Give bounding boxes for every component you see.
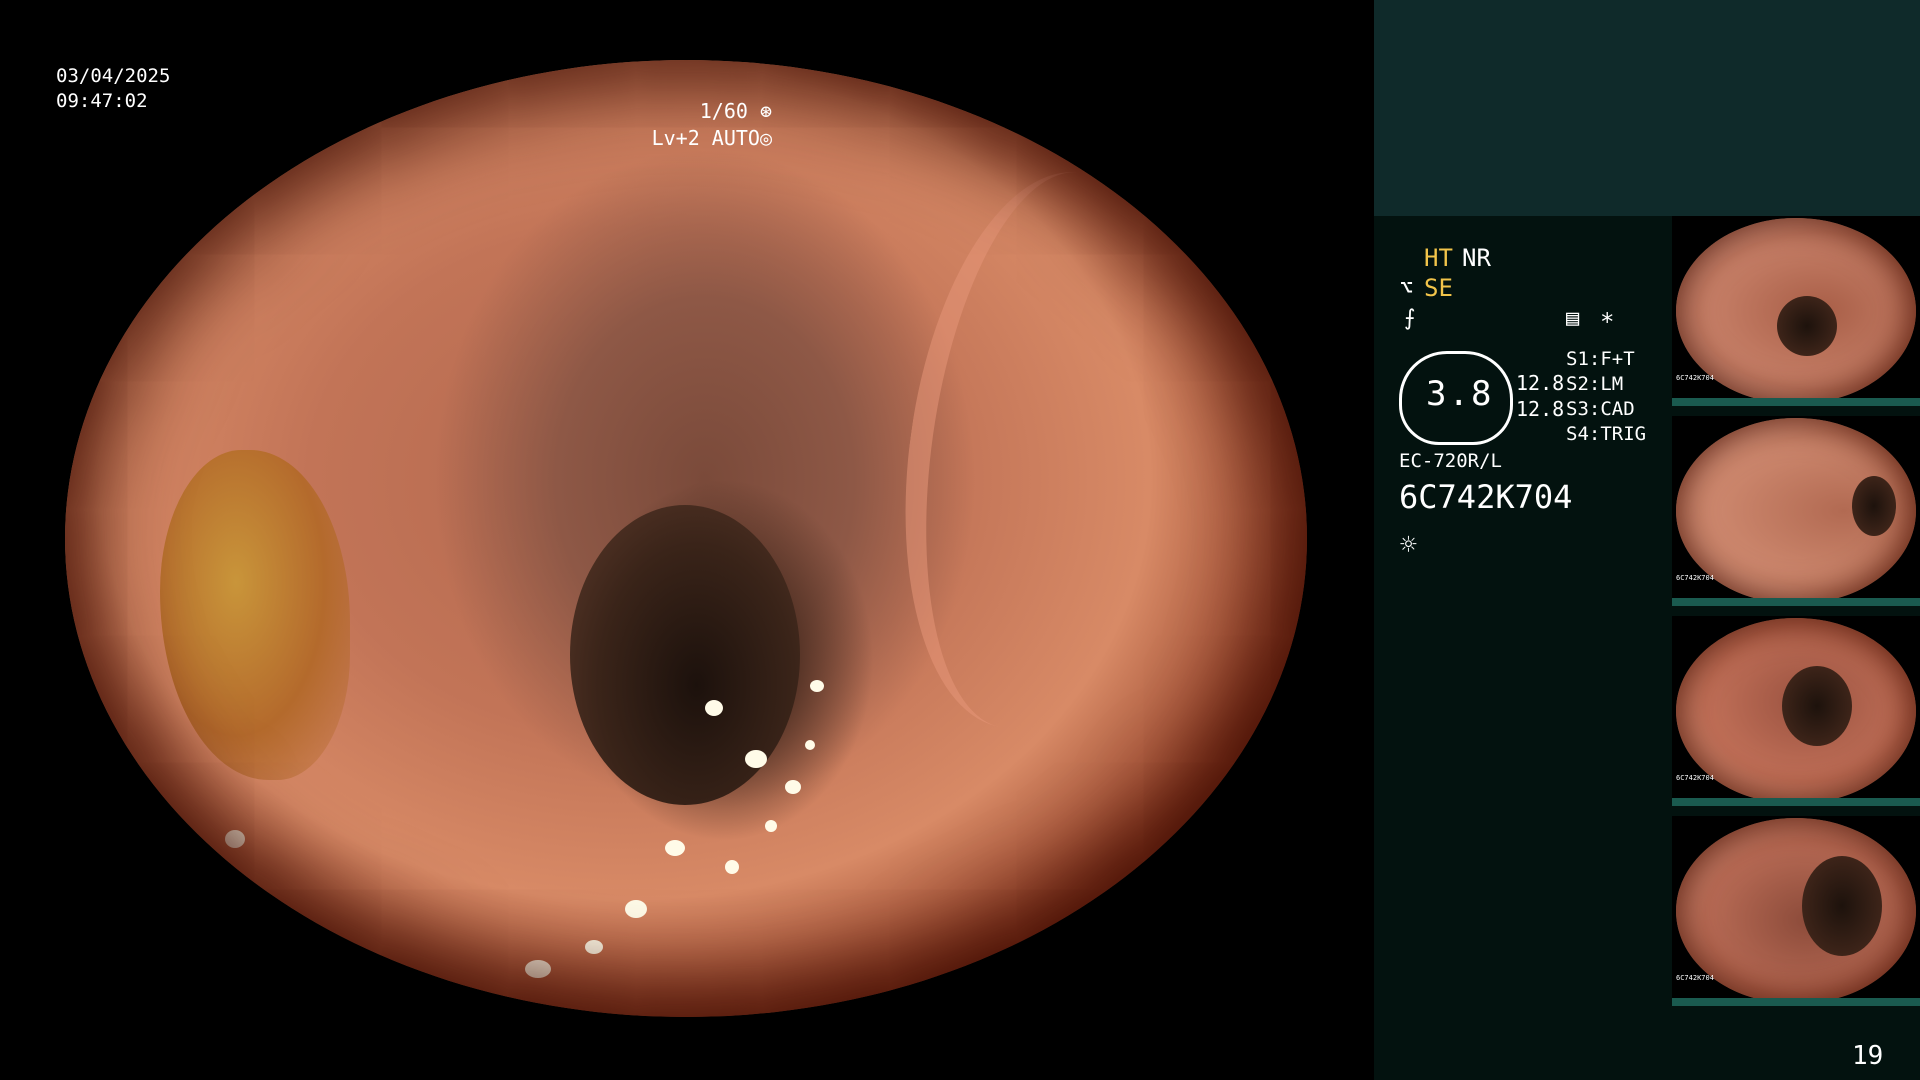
thumbnail-strip: [1672, 598, 1920, 606]
reflection-spot: [785, 780, 801, 794]
time-text: 09:47:02: [56, 90, 148, 112]
zoom-b: 12.8: [1516, 397, 1565, 421]
light-icon: ☼: [1400, 528, 1417, 561]
reflection-spot: [625, 900, 647, 918]
mucosal-fold: [872, 154, 1210, 746]
endoscopic-image: [65, 60, 1307, 1017]
reflection-spot: [765, 820, 777, 832]
reflection-spot: [745, 750, 767, 768]
level-text: Lv+2 AUTO◎: [651, 126, 772, 150]
page-number: 19: [1852, 1041, 1884, 1071]
exposure-info: 1/60 ⊛ Lv+2 AUTO◎: [652, 98, 772, 152]
thumbnail-serial: 6C742K704: [1676, 974, 1714, 982]
scope-serial: 6C742K704: [1399, 478, 1573, 516]
reflection-spot: [585, 940, 603, 954]
nr-label: NR: [1462, 244, 1491, 272]
date-text: 03/04/2025: [56, 65, 171, 87]
endoscopy-view: 03/04/2025 09:47:02 1/60 ⊛ Lv+2 AUTO◎: [0, 0, 1374, 1080]
shutter-text: 1/60 ⊛: [699, 99, 772, 123]
reflection-spot: [805, 740, 815, 750]
shutter-icon: ⊛: [759, 99, 772, 123]
zoom-a: 12.8: [1516, 371, 1565, 395]
thumbnail-lumen: [1802, 856, 1882, 956]
s1-label: S1:F+T: [1566, 348, 1635, 370]
se-label: SE: [1424, 274, 1453, 302]
asterisk-mark: *: [1600, 308, 1615, 336]
auto-iris-icon: ◎: [759, 126, 772, 150]
s4-label: S4:TRIG: [1566, 423, 1647, 445]
s2-label: S2:LM: [1566, 373, 1624, 395]
thumbnail[interactable]: 6C742K704: [1672, 216, 1920, 406]
stool-residue: [160, 450, 350, 780]
thumbnail[interactable]: 6C742K704: [1672, 616, 1920, 806]
reflection-spot: [225, 830, 245, 848]
reflection-spot: [725, 860, 739, 874]
s3-label: S3:CAD: [1566, 398, 1635, 420]
scope-model: EC-720R/L: [1399, 450, 1502, 472]
thumbnail-serial: 6C742K704: [1676, 574, 1714, 582]
thumbnail-serial: 6C742K704: [1676, 774, 1714, 782]
reflection-spot: [810, 680, 824, 692]
side-panel-header: [1374, 0, 1920, 216]
scope-icon: ⌥: [1400, 276, 1414, 301]
thumbnail-serial: 6C742K704: [1676, 374, 1714, 382]
thumbnail-strip: [1672, 798, 1920, 806]
thumbnail-strip: [1672, 398, 1920, 406]
gauge-value: 3.8: [1426, 374, 1494, 414]
menu-icon: ▤: [1566, 306, 1580, 331]
reflection-spot: [525, 960, 551, 978]
settings-icon: ⨍: [1404, 306, 1416, 331]
thumbnail-lumen: [1782, 666, 1852, 746]
reflection-spot: [705, 700, 723, 716]
thumbnail[interactable]: 6C742K704: [1672, 416, 1920, 606]
thumbnail-lumen: [1777, 296, 1837, 356]
timestamp: 03/04/2025 09:47:02: [56, 64, 170, 114]
ht-label: HT: [1424, 244, 1453, 272]
thumbnail-lumen: [1852, 476, 1896, 536]
thumbnail-strip: [1672, 998, 1920, 1006]
thumbnail[interactable]: 6C742K704: [1672, 816, 1920, 1006]
reflection-spot: [665, 840, 685, 856]
